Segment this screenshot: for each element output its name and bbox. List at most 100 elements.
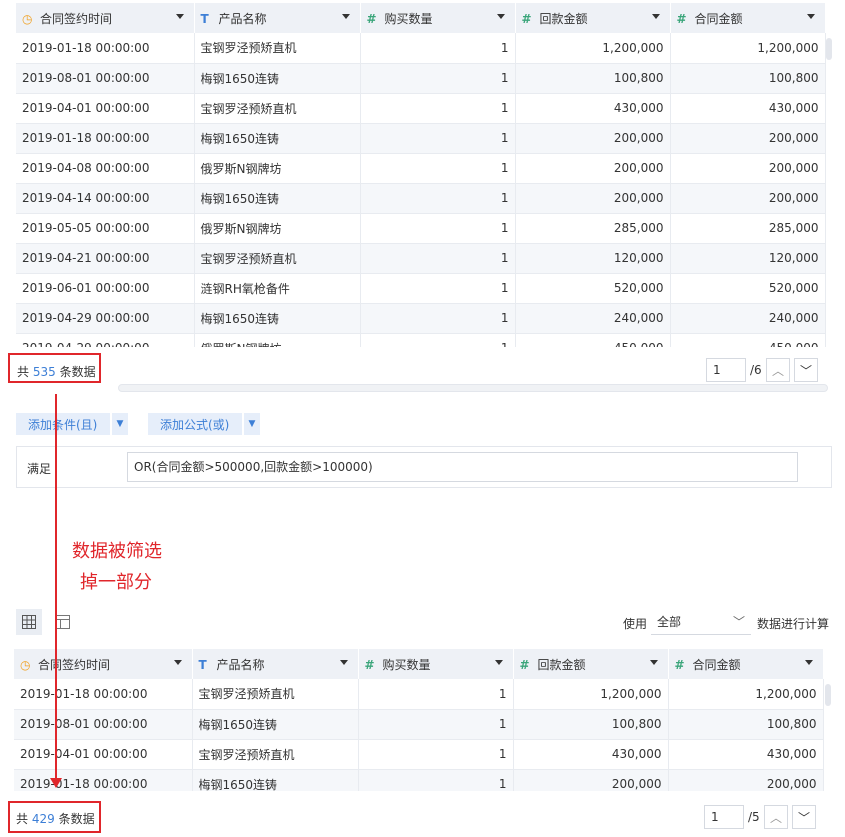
table-cell: 430,000 bbox=[515, 93, 671, 124]
number-type-icon: # bbox=[674, 657, 685, 672]
table-cell: 1 bbox=[358, 679, 514, 710]
table-row[interactable]: 2019-08-01 00:00:00 梅钢1650连铸 1 100,800 100,8… bbox=[14, 709, 824, 740]
annotation-text-2: 掉一部分 bbox=[80, 572, 152, 593]
table-cell: 240,000 bbox=[515, 303, 671, 334]
table-cell: 100,800 bbox=[670, 63, 826, 94]
vertical-scrollbar[interactable] bbox=[826, 38, 832, 60]
table-cell: 285,000 bbox=[670, 213, 826, 244]
table-cell: 宝钢罗泾预矫直机 bbox=[192, 739, 359, 770]
pivot-view-icon[interactable] bbox=[50, 609, 76, 635]
scope-select[interactable]: 全部 ﹀ bbox=[651, 609, 751, 635]
table-row[interactable]: 2019-04-29 00:00:00 梅钢1650连铸 1 240,000 240,0… bbox=[16, 303, 826, 334]
table-row[interactable]: 2019-04-14 00:00:00 梅钢1650连铸 1 200,000 200,0… bbox=[16, 183, 826, 214]
table-cell: 200,000 bbox=[670, 153, 826, 184]
caret-down-icon[interactable] bbox=[173, 660, 182, 665]
table-cell: 240,000 bbox=[670, 303, 826, 334]
number-type-icon: # bbox=[521, 11, 532, 26]
table-cell: 2019-04-29 00:00:00 bbox=[16, 303, 195, 334]
caret-down-icon[interactable] bbox=[494, 660, 503, 665]
table-row[interactable]: 2019-05-05 00:00:00 俄罗斯N钢牌坊 1 285,000 285,00… bbox=[16, 213, 826, 244]
table-cell: 430,000 bbox=[668, 739, 824, 770]
page-input[interactable]: 1 bbox=[706, 358, 746, 382]
table-cell: 梅钢1650连铸 bbox=[194, 303, 361, 334]
table-cell: 涟钢RH氧枪备件 bbox=[194, 273, 361, 304]
caret-down-icon[interactable] bbox=[804, 660, 813, 665]
table-cell: 1 bbox=[360, 213, 516, 244]
column-header[interactable]: ◷ 合同签约时间 bbox=[14, 649, 193, 679]
column-header[interactable]: T 产品名称 bbox=[192, 649, 359, 679]
page-next-button[interactable]: ﹀ bbox=[794, 358, 818, 382]
bottom-table-viewport: ◷ 合同签约时间 T 产品名称 # 购买数量 # 回款金额 # 合同金额 2019-01-18 0… bbox=[0, 648, 828, 791]
table-row[interactable]: 2019-04-29 00:00:00俄罗斯N钢牌坊1450,000450,00… bbox=[16, 333, 826, 347]
table-cell: 2019-04-01 00:00:00 bbox=[16, 93, 195, 124]
table-cell: 梅钢1650连铸 bbox=[192, 769, 359, 791]
table-cell: 宝钢罗泾预矫直机 bbox=[194, 243, 361, 274]
page-next-button[interactable]: ﹀ bbox=[792, 805, 816, 829]
column-header-label: 购买数量 bbox=[384, 11, 433, 26]
table-cell: 100,800 bbox=[668, 709, 824, 740]
column-header[interactable]: ◷ 合同签约时间 bbox=[16, 3, 195, 33]
table-cell: 520,000 bbox=[670, 273, 826, 304]
page-prev-button[interactable]: ︿ bbox=[764, 805, 788, 829]
column-header-label: 合同金额 bbox=[692, 657, 741, 672]
page-prev-button[interactable]: ︿ bbox=[766, 358, 790, 382]
page-total: /6 bbox=[750, 363, 762, 377]
table-cell: 1 bbox=[360, 93, 516, 124]
caret-down-icon[interactable] bbox=[339, 660, 348, 665]
table-row[interactable]: 2019-04-21 00:00:00 宝钢罗泾预矫直机 1 120,000 120,0… bbox=[16, 243, 826, 274]
column-header[interactable]: T 产品名称 bbox=[194, 3, 361, 33]
column-header[interactable]: # 合同金额 bbox=[670, 3, 826, 33]
caret-down-icon[interactable] bbox=[341, 14, 350, 19]
table-view-icon[interactable] bbox=[16, 609, 42, 635]
table-cell: 200,000 bbox=[513, 769, 669, 791]
table-cell: 200,000 bbox=[670, 123, 826, 154]
annotation-text-1: 数据被筛选 bbox=[72, 541, 162, 562]
table-row[interactable]: 2019-01-18 00:00:00 宝钢罗泾预矫直机 1 1,200,000 1,2… bbox=[16, 33, 826, 64]
table-row[interactable]: 2019-06-01 00:00:00 涟钢RH氧枪备件 1 520,000 520,0… bbox=[16, 273, 826, 304]
page-input[interactable]: 1 bbox=[704, 805, 744, 829]
text-type-icon: T bbox=[200, 11, 209, 26]
add-condition-button[interactable]: 添加条件(且) bbox=[16, 413, 110, 435]
horizontal-scrollbar[interactable] bbox=[118, 384, 828, 392]
table-cell: 1,200,000 bbox=[515, 33, 671, 64]
table-cell: 1 bbox=[360, 33, 516, 64]
column-header[interactable]: # 回款金额 bbox=[515, 3, 671, 33]
column-header[interactable]: # 合同金额 bbox=[668, 649, 824, 679]
table-cell: 梅钢1650连铸 bbox=[194, 183, 361, 214]
chevron-up-icon: ︿ bbox=[771, 363, 784, 378]
calc-label: 数据进行计算 bbox=[757, 617, 830, 631]
table-cell: 2019-08-01 00:00:00 bbox=[14, 709, 193, 740]
table-cell: 520,000 bbox=[515, 273, 671, 304]
caret-down-icon[interactable] bbox=[649, 660, 658, 665]
table-row[interactable]: 2019-08-01 00:00:00 梅钢1650连铸 1 100,800 100,8… bbox=[16, 63, 826, 94]
formula-input[interactable]: OR(合同金额>500000,回款金额>100000) bbox=[127, 452, 798, 482]
table-cell: 1 bbox=[358, 739, 514, 770]
caret-down-icon[interactable] bbox=[175, 14, 184, 19]
table-row[interactable]: 2019-01-18 00:00:00 梅钢1650连铸 1 200,000 200,0… bbox=[14, 769, 824, 791]
add-condition-dropdown[interactable]: ▼ bbox=[112, 413, 128, 435]
caret-down-icon[interactable] bbox=[806, 14, 815, 19]
caret-down-icon[interactable] bbox=[496, 14, 505, 19]
table-cell: 1 bbox=[360, 273, 516, 304]
column-header-label: 产品名称 bbox=[216, 657, 265, 672]
table-cell: 200,000 bbox=[670, 183, 826, 214]
column-header[interactable]: # 购买数量 bbox=[360, 3, 516, 33]
table-row[interactable]: 2019-04-08 00:00:00 俄罗斯N钢牌坊 1 200,000 200,00… bbox=[16, 153, 826, 184]
table-row[interactable]: 2019-01-18 00:00:00 梅钢1650连铸 1 200,000 200,0… bbox=[16, 123, 826, 154]
add-formula-dropdown[interactable]: ▼ bbox=[244, 413, 260, 435]
table-row[interactable]: 2019-04-01 00:00:00 宝钢罗泾预矫直机 1 430,000 430,0… bbox=[16, 93, 826, 124]
vertical-scrollbar[interactable] bbox=[825, 684, 831, 706]
table-cell: 285,000 bbox=[515, 213, 671, 244]
table-cell: 1,200,000 bbox=[513, 679, 669, 710]
table-row[interactable]: 2019-01-18 00:00:00 宝钢罗泾预矫直机 1 1,200,000 1,2… bbox=[14, 679, 824, 710]
column-header-label: 合同金额 bbox=[694, 11, 743, 26]
column-header[interactable]: # 回款金额 bbox=[513, 649, 669, 679]
table-row[interactable]: 2019-04-01 00:00:00 宝钢罗泾预矫直机 1 430,000 430,0… bbox=[14, 739, 824, 770]
caret-down-icon[interactable] bbox=[651, 14, 660, 19]
add-formula-button[interactable]: 添加公式(或) bbox=[148, 413, 242, 435]
table-cell: 2019-04-21 00:00:00 bbox=[16, 243, 195, 274]
number-type-icon: # bbox=[519, 657, 530, 672]
column-header[interactable]: # 购买数量 bbox=[358, 649, 514, 679]
table-cell: 俄罗斯N钢牌坊 bbox=[194, 333, 361, 347]
table-cell: 450,000 bbox=[670, 333, 826, 347]
